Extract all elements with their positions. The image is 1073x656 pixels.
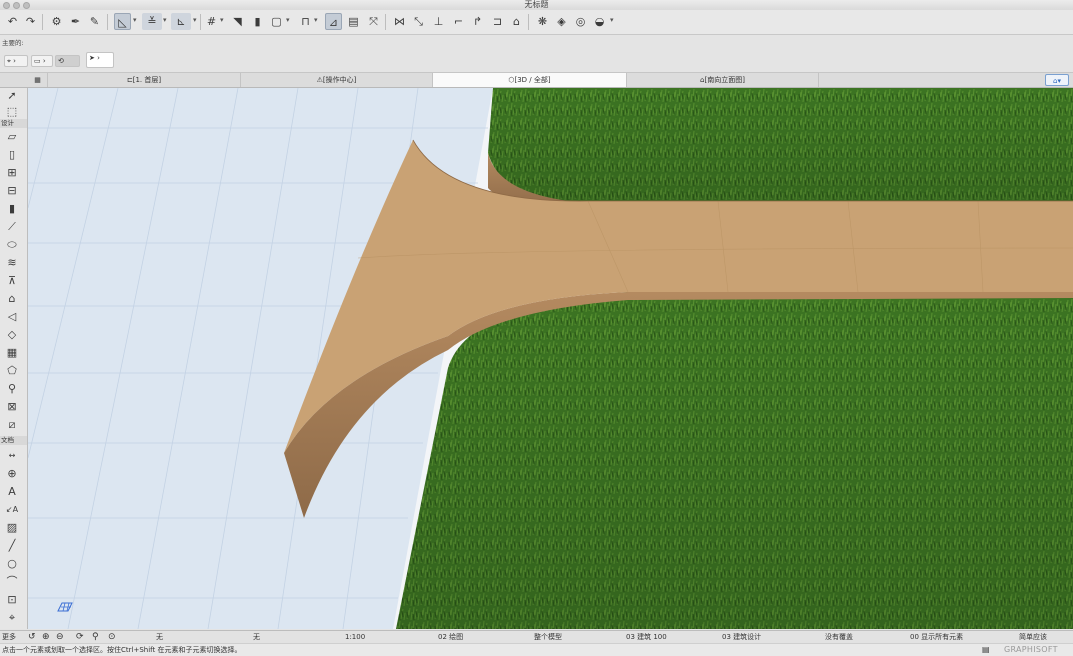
chevron-down-icon[interactable]: ▾: [220, 16, 224, 24]
snap-guides-icon[interactable]: ≚: [142, 13, 162, 30]
tab-ground-floor[interactable]: ⊏[1. 首层]: [48, 73, 241, 87]
shell-tool-icon[interactable]: ◁: [3, 309, 21, 325]
3d-viewport[interactable]: [28, 88, 1073, 629]
fit-in-window-icon[interactable]: ⤧: [365, 13, 382, 30]
tab-action-center[interactable]: ⚠[操作中心]: [241, 73, 433, 87]
tab-3d-all[interactable]: ⬡[3D / 全部]: [433, 73, 627, 87]
skylight-tool-icon[interactable]: ⧄: [3, 417, 21, 433]
slab-tool-icon[interactable]: ⬭: [3, 237, 21, 253]
render-settings-icon[interactable]: ❋: [534, 13, 551, 30]
mesh-tool-icon[interactable]: ⊠: [3, 399, 21, 415]
chevron-down-icon[interactable]: ▾: [314, 16, 318, 24]
toolbox: ➚ ⬚ 设计 ▱ ▯ ⊞ ⊟ ▮ ⟋ ⬭ ≋ ⊼ ⌂ ◁ ◇ ▦ ⬠ ⚲ ⊠ ⧄…: [0, 88, 28, 639]
column-tool-icon[interactable]: ▮: [3, 201, 21, 217]
arrow-tool-icon[interactable]: ➚: [3, 88, 21, 104]
lamp-tool-icon[interactable]: ⚲: [3, 381, 21, 397]
adjust-icon[interactable]: ⤡: [410, 13, 427, 30]
geometry-method-selector[interactable]: ⌖ ›: [4, 55, 28, 67]
dimension-tool-icon[interactable]: ↔: [3, 448, 21, 464]
pick-up-parameters-icon[interactable]: ✒: [67, 13, 84, 30]
curtain-wall-tool-icon[interactable]: ▦: [3, 345, 21, 361]
rotate-selector[interactable]: ⟲: [55, 55, 80, 67]
navigator-options-button[interactable]: ⌂▾: [1045, 74, 1069, 86]
chevron-down-icon[interactable]: ▾: [193, 16, 197, 24]
chevron-down-icon[interactable]: ▾: [286, 16, 290, 24]
chevron-down-icon[interactable]: ▾: [610, 16, 614, 24]
tab-south-elevation[interactable]: ⌂[南向立面图]: [627, 73, 819, 87]
quick-options-bar: 更多 ↺ ⊕ ⊖ ⟳ ⚲ ⊙ 无 无 1:100 02 绘图 整个模型 03 建…: [0, 630, 1073, 644]
construction-method-selector[interactable]: ▭ ›: [31, 55, 53, 67]
chevron-down-icon[interactable]: ▾: [163, 16, 167, 24]
line-tool-icon[interactable]: ╱: [3, 538, 21, 554]
window-title: 无标题: [524, 0, 549, 9]
brand-label: GRAPHISOFT: [1004, 645, 1058, 654]
inject-parameters-icon[interactable]: ✎: [86, 13, 103, 30]
chevron-down-icon[interactable]: ▾: [133, 16, 137, 24]
door-tool-icon[interactable]: ▯: [3, 147, 21, 163]
polyline-tool-icon[interactable]: ⌒: [3, 574, 21, 590]
3d-explore-icon[interactable]: ◒: [591, 13, 608, 30]
object-tool-icon[interactable]: ⊟: [3, 183, 21, 199]
tab-overview-icon[interactable]: ▦: [28, 73, 48, 87]
main-toolbar: ↶ ↷ ⚙ ✒ ✎ ◺ ▾ ≚ ▾ ⊾ ▾ # ▾ ◥ ▮ ▢ ▾ ⊓ ▾ ⊿ …: [0, 10, 1073, 35]
marquee-tool-icon[interactable]: ⬚: [3, 104, 21, 120]
document-section-header: 文档: [0, 436, 27, 445]
figure-tool-icon[interactable]: ⌖: [3, 610, 21, 626]
3d-cutaway-icon[interactable]: ◎: [572, 13, 589, 30]
layout-view-icon[interactable]: ▤: [345, 13, 362, 30]
trace-reference-icon[interactable]: ⊿: [325, 13, 342, 30]
split-icon[interactable]: ⋈: [391, 13, 408, 30]
text-tool-icon[interactable]: A: [3, 484, 21, 500]
gravity-icon[interactable]: ▮: [249, 13, 266, 30]
grid-snap-icon[interactable]: #: [203, 13, 220, 30]
design-section-header: 设计: [0, 119, 27, 128]
lock-icon[interactable]: ⊓: [297, 13, 314, 30]
window-tool-icon[interactable]: ⊞: [3, 165, 21, 181]
intersect-icon[interactable]: ⊥: [430, 13, 447, 30]
snap-points-icon[interactable]: ⊾: [171, 13, 191, 30]
fillet-icon[interactable]: ⌐: [450, 13, 467, 30]
view-tab-bar: ▦ ⊏[1. 首层] ⚠[操作中心] ⬡[3D / 全部] ⌂[南向立面图] ⌂…: [0, 73, 1073, 88]
roof-tool-icon[interactable]: ⌂: [3, 291, 21, 307]
status-bar: 点击一个元素或划取一个选择区。按住Ctrl+Shift 在元素和子元素切换选择。…: [0, 643, 1073, 656]
drawing-tool-icon[interactable]: ⊡: [3, 592, 21, 608]
curve-edit-icon[interactable]: ↱: [469, 13, 486, 30]
label-tool-icon[interactable]: ↙A: [3, 502, 21, 518]
circle-tool-icon[interactable]: ○: [3, 556, 21, 572]
undo-icon[interactable]: ↶: [4, 13, 21, 30]
offset-icon[interactable]: ⊐: [489, 13, 506, 30]
fill-tool-icon[interactable]: ▨: [3, 520, 21, 536]
wall-tool-icon[interactable]: ▱: [3, 129, 21, 145]
beam-tool-icon[interactable]: ⟋: [3, 219, 21, 235]
suspend-groups-icon[interactable]: ◥: [229, 13, 246, 30]
info-box: 主要的: ⌖ › ▭ › ⟲ ➤ ›: [0, 35, 1073, 73]
redo-icon[interactable]: ↷: [22, 13, 39, 30]
railing-tool-icon[interactable]: ⊼: [3, 273, 21, 289]
guideline-icon[interactable]: ◺: [114, 13, 131, 30]
find-select-icon[interactable]: ⚙: [48, 13, 65, 30]
info-box-label: 主要的:: [2, 39, 24, 47]
stair-tool-icon[interactable]: ≋: [3, 255, 21, 271]
zone-tool-icon[interactable]: ⬠: [3, 363, 21, 379]
3d-style-icon[interactable]: ◈: [553, 13, 570, 30]
status-hint: 点击一个元素或划取一个选择区。按住Ctrl+Shift 在元素和子元素切换选择。: [2, 646, 242, 654]
roof-trim-icon[interactable]: ⌂: [508, 13, 525, 30]
3d-scene[interactable]: [28, 88, 1073, 629]
project-info-icon[interactable]: ▤: [982, 644, 990, 656]
level-dimension-icon[interactable]: ⊕: [3, 466, 21, 482]
marquee-icon[interactable]: ▢: [268, 13, 285, 30]
morph-tool-icon[interactable]: ◇: [3, 327, 21, 343]
arrow-tool-selector[interactable]: ➤ ›: [86, 52, 114, 68]
